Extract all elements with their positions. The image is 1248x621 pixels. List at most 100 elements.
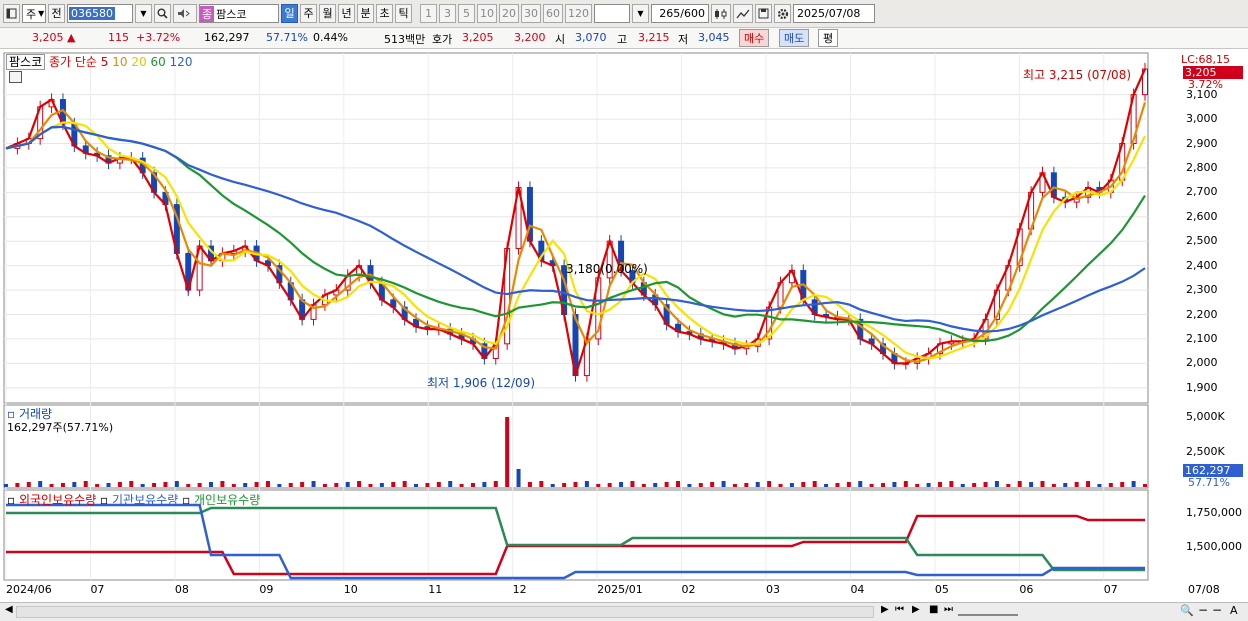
change-rate: +3.72%: [136, 31, 181, 44]
volume-bar: [448, 481, 453, 487]
scroll-track[interactable]: [16, 606, 874, 618]
count-30[interactable]: 30: [521, 4, 541, 23]
price-legend: 팜스코 종가 단순 5 10 20 60 120: [6, 53, 192, 70]
search-icon[interactable]: [154, 4, 171, 23]
period-month[interactable]: 월: [319, 4, 336, 23]
custom-count-input[interactable]: [594, 4, 630, 23]
volume-bar: [209, 482, 214, 487]
period-day[interactable]: 일: [281, 4, 298, 23]
play-icon[interactable]: ▶: [912, 604, 920, 615]
volume-bar: [334, 483, 339, 487]
scroll-right-icon[interactable]: ▶: [881, 604, 889, 615]
quote-bar: 3,205 ▲ 115 +3.72% 162,297 57.71% 0.44% …: [0, 28, 1248, 49]
zoom-icon[interactable]: 🔍: [1180, 604, 1194, 617]
volume-bar: [402, 481, 407, 487]
draw-line-icon[interactable]: [733, 4, 753, 23]
volume-bar: [265, 481, 270, 487]
toolbar: 주 ▼ 전 036580 ▼ 종 팜스코 일 주 월 년 분 초 틱 1 3 5 …: [0, 0, 1248, 28]
volume-bar: [960, 484, 965, 487]
count-5[interactable]: 5: [458, 4, 475, 23]
legend-stock-name[interactable]: 팜스코: [6, 54, 46, 70]
menu-icon[interactable]: [3, 4, 20, 23]
open-label: 시: [555, 33, 566, 46]
high-annotation: 최고 3,215 (07/08): [1023, 68, 1132, 82]
volume-bar: [846, 482, 851, 487]
date-input[interactable]: 2025/07/08: [793, 4, 875, 23]
volume-bar: [95, 484, 100, 487]
x-tick-label: 09: [259, 583, 274, 596]
count-3[interactable]: 3: [439, 4, 456, 23]
count-120[interactable]: 120: [565, 4, 592, 23]
period-year[interactable]: 년: [338, 4, 355, 23]
volume-bar: [596, 484, 601, 487]
x-tick-label: 2025/01: [597, 583, 643, 596]
volume-bar: [391, 482, 396, 487]
count-dropdown-icon[interactable]: ▼: [632, 4, 649, 23]
volume-bar: [300, 482, 305, 487]
volume-bar: [49, 484, 54, 487]
scroll-bar[interactable]: ◀ ▶ ⏮ ▶ ■ ⏭ 🔍 − − A: [0, 602, 1248, 621]
bid-price: 3,200: [514, 31, 546, 44]
candle-icon[interactable]: [711, 4, 731, 23]
volume-bar: [858, 481, 863, 487]
volume-bar: [493, 481, 498, 487]
code-input[interactable]: 036580: [67, 4, 133, 23]
y-tick-label: 2,400: [1186, 258, 1218, 272]
dropdown-icon[interactable]: ▼: [135, 4, 152, 23]
table-icon[interactable]: [9, 71, 22, 83]
volume-bar: [937, 482, 942, 487]
volume-bar: [1108, 483, 1113, 487]
volume-bar: [755, 482, 760, 487]
range-field[interactable]: 265/600: [651, 4, 709, 23]
buy-button[interactable]: 매수: [739, 29, 770, 47]
x-tick-label: 07: [1103, 583, 1118, 596]
volume-bar: [641, 484, 646, 487]
scroll-left-icon[interactable]: ◀: [5, 604, 13, 615]
volume-bar: [687, 484, 692, 487]
gear-icon[interactable]: [774, 4, 791, 23]
x-tick-label: 12: [512, 583, 527, 596]
count-1[interactable]: 1: [420, 4, 437, 23]
count-10[interactable]: 10: [477, 4, 497, 23]
market-select[interactable]: 주 ▼: [22, 4, 46, 23]
volume-bar: [698, 483, 703, 487]
period-tick[interactable]: 틱: [395, 4, 412, 23]
count-20[interactable]: 20: [499, 4, 519, 23]
volume-bar: [243, 483, 248, 487]
volume-value: 162,297: [204, 31, 250, 44]
volume-bar: [163, 482, 168, 487]
price-chart[interactable]: [0, 50, 1248, 602]
period-second[interactable]: 초: [376, 4, 393, 23]
volume-bar: [470, 483, 475, 487]
period-week[interactable]: 주: [300, 4, 317, 23]
avg-button[interactable]: 평: [818, 29, 839, 47]
legend-ma-title: 종가 단순 5: [48, 55, 109, 69]
prev-button[interactable]: 전: [48, 4, 65, 23]
zoom-reset-icon[interactable]: −: [1212, 603, 1222, 617]
volume-bar: [619, 482, 624, 487]
zoom-out-icon[interactable]: −: [1198, 603, 1208, 617]
font-size-icon[interactable]: A: [1230, 604, 1238, 617]
low-price: 3,045: [698, 31, 730, 44]
rewind-icon[interactable]: ⏮: [895, 604, 904, 615]
volume-bar: [505, 417, 510, 487]
forward-icon[interactable]: ⏭: [944, 604, 953, 615]
save-icon[interactable]: [755, 4, 772, 23]
volume-tick-2500k: 2,500K: [1186, 445, 1225, 458]
volume-bar: [345, 482, 350, 487]
zoom-slider[interactable]: [958, 608, 1018, 616]
volume-rate: 57.71%: [266, 31, 308, 44]
volume-bar: [72, 482, 77, 487]
stock-name-field[interactable]: 종 팜스코: [199, 4, 279, 23]
x-tick-label: 04: [850, 583, 865, 596]
x-tick-label: 2024/06: [6, 583, 52, 596]
volume-bar: [562, 483, 567, 487]
volume-bar: [607, 483, 612, 487]
stop-icon[interactable]: ■: [929, 604, 938, 615]
period-minute[interactable]: 분: [357, 4, 374, 23]
sell-button[interactable]: 매도: [779, 29, 810, 47]
volume-bar: [459, 484, 464, 487]
count-60[interactable]: 60: [543, 4, 563, 23]
speaker-icon[interactable]: [173, 4, 197, 23]
volume-bar: [972, 483, 977, 487]
